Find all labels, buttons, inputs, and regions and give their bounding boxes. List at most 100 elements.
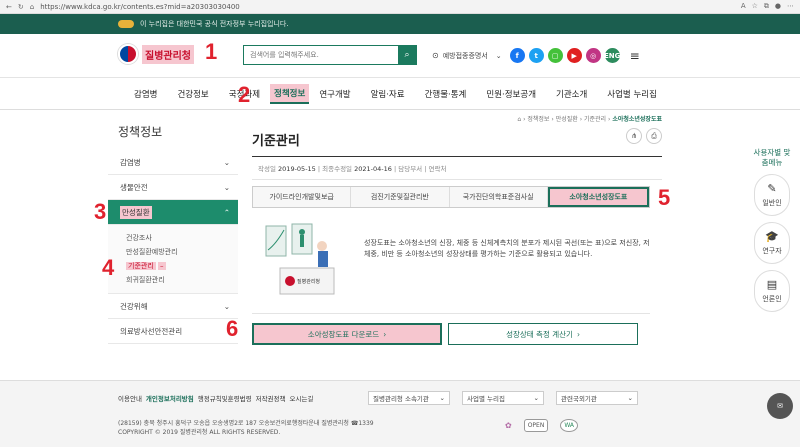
meta-label: 작성일 [258,165,276,173]
quick-menu-title: 사용자별 맞춤메뉴 [753,148,791,167]
growth-calculator-button[interactable]: 성장상태 측정 계산기 › [448,323,638,345]
tab-guideline[interactable]: 가이드라인개발및보급 [253,187,352,207]
more-icon[interactable]: ⋯ [787,2,794,11]
chevron-right-icon: › [576,329,580,339]
extensions-icon[interactable]: ⧉ [764,2,769,11]
english-button[interactable]: ENG [604,48,620,63]
annotation-5: 5 [658,185,671,210]
search-input[interactable] [244,46,398,64]
youtube-icon[interactable]: ▶ [566,48,582,63]
read-aloud-icon[interactable]: A [741,2,746,11]
chevron-down-icon: ⌄ [533,394,539,402]
lnb-item-health-hazard[interactable]: 건강위해 ⌄ [108,294,238,319]
profile-icon[interactable]: ● [775,2,781,11]
refresh-icon[interactable]: ↻ [18,3,24,11]
sub-item-health-survey[interactable]: 건강조사 [126,231,238,245]
chevron-down-icon: ⌄ [223,182,230,192]
lnb-item-infectious[interactable]: 감염병 ⌄ [108,150,238,175]
meta-label: 최종수정일 [322,165,353,173]
crumb-item[interactable]: 기준관리 [584,116,606,123]
chevron-up-icon: ⌃ [223,207,230,217]
quick-general-button[interactable]: ✎ 일반인 [754,173,790,216]
tab-lab-standard[interactable]: 국가진단의학표준검사실 [449,187,548,207]
gnb-item-civil[interactable]: 민원·정보공개 [476,88,546,100]
graduation-cap-icon: 🎓 [765,229,779,243]
footer-select-sites[interactable]: 사업별 누리집 ⌄ [462,391,544,405]
facebook-icon[interactable]: f [509,48,525,63]
divider [252,313,650,314]
browser-toolbar: ← ↻ ⌂ https://www.kdca.go.kr/contents.es?m… [0,0,800,14]
sub-item-chronic-prevention[interactable]: 만성질환예방관리 [126,245,238,259]
home-icon[interactable]: ⌂ [30,3,34,11]
lnb-item-chronic[interactable]: 만성질환 ⌃ [108,200,238,225]
kakao-channel-icon[interactable]: ▢ [547,48,563,63]
print-icon[interactable]: ⎙ [646,128,662,144]
lnb-item-biosafety[interactable]: 생물안전 ⌄ [108,175,238,200]
gnb-item-research[interactable]: 연구개발 [309,88,360,100]
annotation-2: 2 [238,82,251,107]
meta-created: 2019-05-15 [278,165,316,173]
address-bar[interactable]: https://www.kdca.go.kr/contents.es?mid=a… [40,3,735,11]
quick-researcher-button[interactable]: 🎓 연구자 [754,221,790,264]
gov-banner-text: 이 누리집은 대한민국 공식 전자정부 누리집입니다. [140,20,289,28]
chevron-down-icon[interactable]: ⌄ [496,52,502,60]
footer-address: (28159) 충북 청주시 흥덕구 오송읍 오송생명2로 187 오송보건의료… [118,419,374,437]
gov-mark-icon [118,20,134,28]
footer-select-agencies[interactable]: 질병관리청 소속기관 ⌄ [368,391,450,405]
site-logo[interactable]: 질병관리청 [118,44,194,64]
footer-select-foreign[interactable]: 관련국외기관 ⌄ [556,391,638,405]
footer-link[interactable]: 저작권정책 [256,393,286,403]
global-nav: 감염병 건강정보 국정과제 정책정보 연구개발 알림·자료 간행물·통계 민원·… [0,78,800,110]
favorite-icon[interactable]: ☆ [752,2,758,11]
lnb-item-label: 감염병 [120,157,141,167]
gnb-item-news[interactable]: 알림·자료 [361,88,415,100]
select-label: 관련국외기관 [561,395,597,403]
sub-item-standards[interactable]: 기준관리 – [126,259,238,273]
lnb-title: 정책정보 [118,125,163,139]
annotation-1: 1 [205,39,218,64]
annotation-4: 4 [102,255,115,280]
main-area: 정책정보 감염병 ⌄ 생물안전 ⌄ 만성질환 ⌃ 건강조사 만성질환예방관리 기준관리… [0,110,800,380]
footer-badges: ✿ OPEN WA [505,419,579,432]
crumb-item[interactable]: 정책정보 [527,116,549,123]
share-icon[interactable]: ⋔ [626,128,642,144]
download-growth-chart-button[interactable]: 소아성장도표 다운로드 › [252,323,442,345]
vaccination-link[interactable]: 예방접종증명서 [443,51,488,61]
chat-bubble-icon[interactable]: ✉ [767,393,793,419]
footer-link[interactable]: 이용안내 [118,393,142,403]
menu-icon[interactable]: ≡ [630,49,640,63]
open-license-badge: OPEN [523,419,549,432]
home-icon[interactable]: ⌂ [517,116,521,123]
lnb-item-label: 건강위해 [120,301,148,311]
crumb-current: 소아청소년성장도표 [612,116,662,123]
page-title: 기준관리 [252,134,300,149]
pencil-icon: ✎ [767,181,777,195]
sub-item-rare-disease[interactable]: 희귀질환관리 [126,273,238,287]
lnb-item-radiation[interactable]: 의료방사선안전관리 [108,319,238,344]
footer-link[interactable]: 행정규칙및훈령법령 [198,393,252,403]
tab-growth-chart[interactable]: 소아청소년성장도표 [547,187,649,207]
page-tools: ⋔ ⎙ [626,128,662,144]
gnb-item-policy[interactable]: 정책정보 [270,83,310,104]
quick-press-button[interactable]: ▤ 언론인 [754,269,790,312]
tab-screening[interactable]: 검진기준및질관리반 [351,187,450,207]
crumb-item[interactable]: 만성질환 [556,116,578,123]
gnb-item-sites[interactable]: 사업별 누리집 [597,88,667,100]
quick-label: 일반인 [762,198,782,207]
twitter-icon[interactable]: t [528,48,544,63]
back-icon[interactable]: ← [6,3,12,11]
slogan-logo-icon: ✿ [505,421,512,430]
gnb-item-publications[interactable]: 간행물·통계 [415,88,477,100]
address-text: (28159) 충북 청주시 흥덕구 오송읍 오송생명2로 187 오송보건의료… [118,420,374,427]
select-label: 사업별 누리집 [467,395,505,403]
gnb-item-health[interactable]: 건강정보 [167,88,218,100]
gnb-item-infectious[interactable]: 감염병 [124,88,167,100]
instagram-icon[interactable]: ◎ [585,48,601,63]
chevron-down-icon: ⌄ [627,394,633,402]
search-icon[interactable]: ⌕ [398,46,416,64]
lnb-submenu: 건강조사 만성질환예방관리 기준관리 – 희귀질환관리 [108,225,238,294]
web-accessibility-badge: WA [560,419,579,432]
footer-link-privacy[interactable]: 개인정보처리방침 [146,393,194,403]
gnb-item-about[interactable]: 기관소개 [546,88,597,100]
footer-link[interactable]: 오시는길 [290,393,314,403]
